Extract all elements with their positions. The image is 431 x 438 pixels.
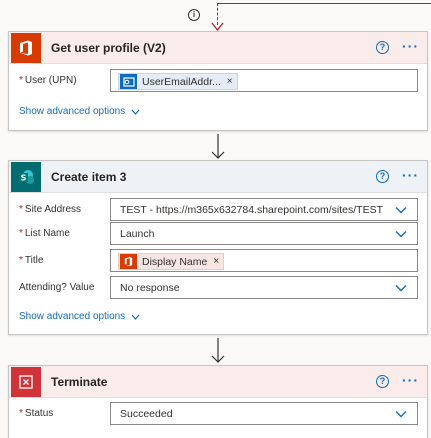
site-address-value: TEST - https://m365x632784.sharepoint.co…	[120, 204, 384, 216]
site-address-dropdown[interactable]: TEST - https://m365x632784.sharepoint.co…	[110, 198, 418, 221]
field-attending-value: Attending? Value No response	[9, 276, 427, 300]
dynamic-content-token[interactable]: Display Name ×	[118, 253, 225, 270]
chevron-down-icon	[131, 314, 140, 320]
field-status: * Status Succeeded	[9, 402, 427, 426]
card-header[interactable]: S Create item 3 ? ···	[9, 161, 427, 193]
card-title: Create item 3	[51, 169, 127, 184]
field-user-upn: * User (UPN) UserEmailAddr... ×	[9, 69, 427, 93]
chevron-down-icon	[395, 231, 407, 238]
chevron-down-icon	[395, 411, 407, 418]
list-name-dropdown[interactable]: Launch	[110, 222, 418, 245]
card-title: Terminate	[51, 374, 108, 389]
action-card-terminate[interactable]: Terminate ? ··· * Status Succeeded	[8, 365, 428, 438]
office-icon	[120, 254, 137, 269]
show-advanced-options-link[interactable]: Show advanced options	[19, 106, 140, 117]
field-label: Attending? Value	[19, 282, 95, 293]
card-header[interactable]: Terminate ? ···	[9, 366, 427, 398]
field-label: * User (UPN)	[19, 75, 77, 86]
field-label: * Title	[19, 255, 44, 266]
attending-value: No response	[120, 282, 180, 294]
terminate-icon	[11, 366, 41, 397]
remove-token-icon[interactable]: ×	[227, 76, 233, 87]
connector-line	[218, 3, 431, 4]
token-label: UserEmailAddr...	[142, 75, 221, 88]
token-label: Display Name	[142, 255, 208, 268]
card-title: Get user profile (V2)	[51, 40, 166, 55]
show-advanced-options-link[interactable]: Show advanced options	[19, 311, 140, 322]
field-label: * Status	[19, 408, 54, 419]
action-card-create-item[interactable]: S Create item 3 ? ··· * Site Address TEST…	[8, 160, 428, 335]
field-list-name: * List Name Launch	[9, 222, 427, 246]
status-dropdown[interactable]: Succeeded	[110, 402, 418, 425]
info-icon[interactable]: i	[188, 9, 200, 21]
chevron-down-icon	[395, 285, 407, 292]
field-title: * Title Display Name ×	[9, 249, 427, 273]
title-input[interactable]: Display Name ×	[110, 249, 418, 272]
help-icon[interactable]: ?	[376, 375, 389, 388]
help-icon[interactable]: ?	[376, 170, 389, 183]
field-site-address: * Site Address TEST - https://m365x632784…	[9, 198, 427, 222]
remove-token-icon[interactable]: ×	[213, 256, 219, 267]
card-header[interactable]: Get user profile (V2) ? ···	[9, 32, 427, 64]
chevron-down-icon	[131, 109, 140, 115]
chevron-down-icon	[395, 207, 407, 214]
sharepoint-icon: S	[11, 161, 41, 192]
more-options-icon[interactable]: ···	[402, 38, 419, 54]
attending-value-dropdown[interactable]: No response	[110, 276, 418, 299]
help-icon[interactable]: ?	[376, 41, 389, 54]
dynamic-content-token[interactable]: UserEmailAddr... ×	[118, 73, 238, 90]
status-value: Succeeded	[120, 408, 173, 420]
outlook-icon	[120, 74, 137, 89]
svg-text:S: S	[21, 173, 27, 182]
user-upn-input[interactable]: UserEmailAddr... ×	[110, 69, 418, 92]
field-label: * Site Address	[19, 204, 82, 215]
list-name-value: Launch	[120, 228, 155, 240]
office-icon	[11, 32, 41, 63]
more-options-icon[interactable]: ···	[402, 372, 419, 388]
arrow-down-icon	[211, 134, 225, 159]
action-card-get-user-profile[interactable]: Get user profile (V2) ? ··· * User (UPN) …	[8, 31, 428, 131]
arrow-down-icon	[211, 22, 224, 31]
arrow-down-icon	[211, 338, 225, 363]
field-label: * List Name	[19, 228, 70, 239]
more-options-icon[interactable]: ···	[402, 167, 419, 183]
